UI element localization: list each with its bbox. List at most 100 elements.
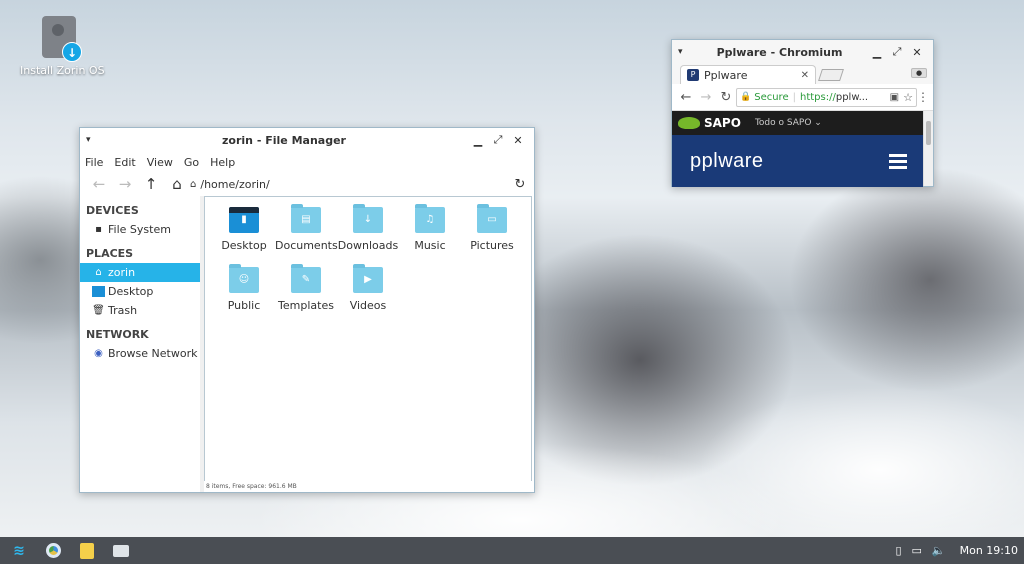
tab-title: Pplware xyxy=(704,68,748,82)
chromium-titlebar[interactable]: ▾ Pplware - Chromium ▁ ⤢ ✕ xyxy=(672,40,933,64)
close-icon[interactable]: ✕ xyxy=(508,134,528,147)
notes-taskbar-icon[interactable] xyxy=(72,537,102,564)
pplware-logo[interactable]: pplware xyxy=(690,150,889,173)
desktop-folder-icon: ▮ xyxy=(229,207,259,233)
file-manager-window: ▾ zorin - File Manager ▁ ⤢ ✕ File Edit V… xyxy=(79,127,535,493)
home-icon: ⌂ xyxy=(95,267,102,278)
tab-pplware[interactable]: P Pplware ✕ xyxy=(680,65,816,84)
window-menu-icon[interactable]: ▾ xyxy=(86,135,100,145)
drive-icon: ▪ xyxy=(95,224,102,235)
pplware-header: pplware xyxy=(672,135,923,187)
sidebar-item-label: zorin xyxy=(108,266,136,279)
back-arrow-icon[interactable]: ← xyxy=(676,90,696,105)
location-bar[interactable]: ⌂ /home/zorin/ xyxy=(190,178,512,191)
sapo-bar: SAPO Todo o SAPO ⌄ xyxy=(672,111,923,135)
zorin-menu-icon[interactable]: ≋ xyxy=(4,537,34,564)
maximize-icon[interactable]: ⤢ xyxy=(887,45,907,59)
profile-icon[interactable]: ● xyxy=(911,68,927,78)
sidebar: DEVICES ▪ File System PLACES ⌂ zorin Des… xyxy=(80,196,200,492)
sapo-menu[interactable]: Todo o SAPO ⌄ xyxy=(755,118,822,128)
back-arrow-icon[interactable]: ← xyxy=(86,175,112,193)
chromium-taskbar-icon[interactable] xyxy=(38,537,68,564)
sidebar-item-trash[interactable]: 🗑 Trash xyxy=(80,301,200,320)
public-folder-icon: ☺ xyxy=(229,264,259,293)
sapo-label[interactable]: SAPO xyxy=(704,116,741,130)
sidebar-item-file-system[interactable]: ▪ File System xyxy=(80,220,200,239)
sidebar-item-zorin[interactable]: ⌂ zorin xyxy=(80,263,200,282)
menubar: File Edit View Go Help xyxy=(80,152,534,172)
minimize-icon[interactable]: ▁ xyxy=(468,134,488,147)
file-manager-title: zorin - File Manager xyxy=(222,133,346,147)
file-item-documents[interactable]: ▤ Documents xyxy=(275,204,338,267)
file-item-public[interactable]: ☺ Public xyxy=(213,264,275,327)
network-heading: NETWORK xyxy=(86,328,149,341)
menu-file[interactable]: File xyxy=(85,156,103,169)
file-item-downloads[interactable]: ↓ Downloads xyxy=(337,204,399,267)
new-tab-button[interactable] xyxy=(818,69,844,81)
file-item-templates[interactable]: ✎ Templates xyxy=(275,264,337,327)
pplware-favicon-icon: P xyxy=(687,69,699,81)
pictures-folder-icon: ▭ xyxy=(477,204,507,233)
home-icon[interactable]: ⌂ xyxy=(164,175,190,193)
battery-icon[interactable]: ▯ xyxy=(895,544,901,557)
file-item-videos[interactable]: ▶ Videos xyxy=(337,264,399,327)
url-protocol: https:// xyxy=(799,91,836,103)
file-item-pictures[interactable]: ▭ Pictures xyxy=(461,204,523,267)
sidebar-item-label: Desktop xyxy=(108,285,154,298)
sidebar-item-browse-network[interactable]: ◉ Browse Network xyxy=(80,344,200,363)
drive-icon: ↓ xyxy=(42,16,82,62)
menu-help[interactable]: Help xyxy=(210,156,235,169)
sidebar-item-label: Trash xyxy=(108,304,138,317)
file-item-music[interactable]: ♫ Music xyxy=(399,204,461,267)
tab-strip: P Pplware ✕ ● xyxy=(672,64,933,84)
bookmark-star-icon[interactable]: ☆ xyxy=(903,91,913,104)
status-bar: 8 items, Free space: 961.6 MB xyxy=(204,481,534,492)
devices-heading: DEVICES xyxy=(86,204,139,217)
download-badge-icon: ↓ xyxy=(62,42,82,62)
path-text: /home/zorin/ xyxy=(200,177,270,191)
url-separator: | xyxy=(792,91,796,103)
sidebar-item-label: Browse Network xyxy=(108,347,198,360)
menu-go[interactable]: Go xyxy=(184,156,199,169)
reload-icon[interactable]: ↻ xyxy=(512,177,528,192)
more-menu-icon[interactable]: ⋮ xyxy=(917,90,929,104)
url-host: pplw... xyxy=(835,91,869,103)
display-icon[interactable]: ▭ xyxy=(912,544,922,557)
tab-close-icon[interactable]: ✕ xyxy=(801,70,809,81)
navigation-toolbar: ← → ↑ ⌂ ⌂ /home/zorin/ ↻ xyxy=(80,172,534,196)
translate-icon[interactable]: ▣ xyxy=(890,92,899,103)
close-icon[interactable]: ✕ xyxy=(907,46,927,59)
file-view: ▮ Desktop ▤ Documents ↓ Downloads ♫ Musi… xyxy=(204,196,532,492)
secure-label: Secure xyxy=(754,91,789,103)
menu-view[interactable]: View xyxy=(147,156,173,169)
reload-icon[interactable]: ↻ xyxy=(716,90,736,105)
hamburger-menu-icon[interactable] xyxy=(889,151,907,172)
sidebar-item-desktop[interactable]: Desktop xyxy=(80,282,200,301)
trash-icon: 🗑 xyxy=(92,305,105,316)
window-menu-icon[interactable]: ▾ xyxy=(678,47,692,57)
documents-folder-icon: ▤ xyxy=(291,204,321,233)
page-scrollbar[interactable] xyxy=(923,111,933,186)
maximize-icon[interactable]: ⤢ xyxy=(488,133,508,147)
files-taskbar-icon[interactable] xyxy=(106,537,136,564)
desktop-icon xyxy=(92,286,105,297)
web-page: SAPO Todo o SAPO ⌄ pplware xyxy=(672,111,923,187)
videos-folder-icon: ▶ xyxy=(353,264,383,293)
menu-edit[interactable]: Edit xyxy=(114,156,135,169)
install-zorin-desktop-icon[interactable]: ↓ Install Zorin OS xyxy=(20,16,105,77)
network-globe-icon: ◉ xyxy=(94,348,103,359)
forward-arrow-icon[interactable]: → xyxy=(112,175,138,193)
lock-icon: 🔒 xyxy=(740,92,752,102)
file-manager-titlebar[interactable]: ▾ zorin - File Manager ▁ ⤢ ✕ xyxy=(80,128,534,152)
clock[interactable]: Mon 19:10 xyxy=(960,544,1018,557)
taskbar: ≋ ▯ ▭ 🔈 Mon 19:10 xyxy=(0,537,1024,564)
address-bar[interactable]: 🔒 Secure | https:// pplw... ▣ ☆ xyxy=(736,87,917,107)
up-arrow-icon[interactable]: ↑ xyxy=(138,175,164,193)
omnibox-toolbar: ← → ↻ 🔒 Secure | https:// pplw... ▣ ☆ ⋮ xyxy=(672,84,933,111)
path-home-icon: ⌂ xyxy=(190,178,197,190)
minimize-icon[interactable]: ▁ xyxy=(867,46,887,59)
file-item-desktop[interactable]: ▮ Desktop xyxy=(213,207,275,267)
sapo-logo-icon[interactable] xyxy=(678,117,700,129)
volume-icon[interactable]: 🔈 xyxy=(932,544,946,557)
forward-arrow-icon[interactable]: → xyxy=(696,90,716,105)
